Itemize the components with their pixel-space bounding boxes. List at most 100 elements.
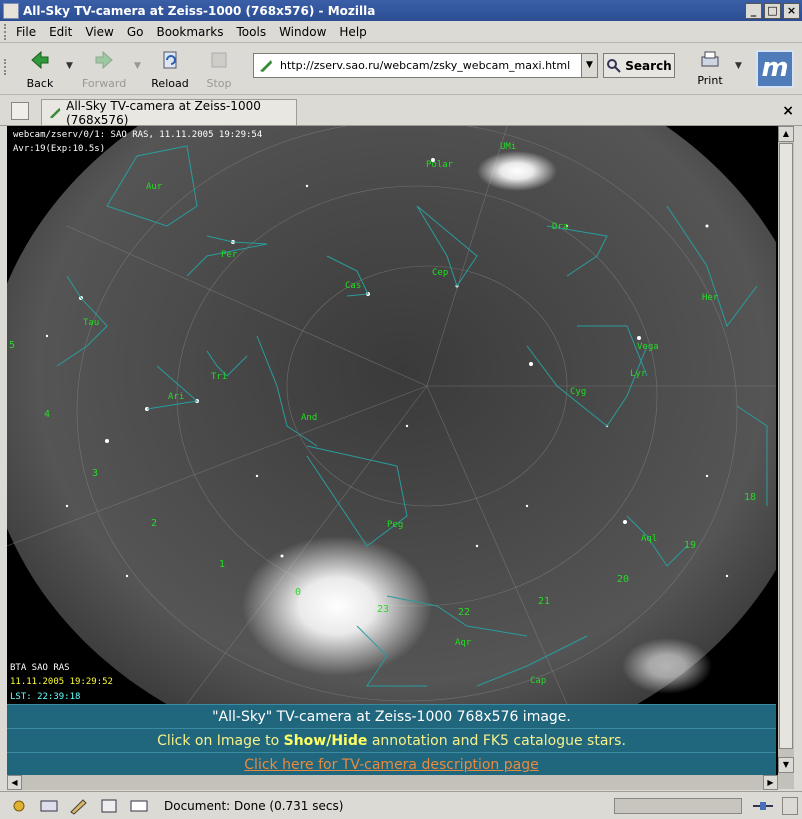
reload-button[interactable]: Reload — [148, 47, 192, 91]
image-footer-lst: LST: 22:39:18 — [10, 692, 80, 702]
stop-icon — [211, 52, 227, 68]
image-header-line2: Avr:19(Exp:10.5s) — [13, 144, 105, 154]
url-text[interactable]: http://zserv.sao.ru/webcam/zsky_webcam_m… — [280, 59, 581, 72]
mail-icon[interactable] — [38, 797, 60, 815]
label-tri: Tri — [211, 372, 227, 382]
url-history-dropdown[interactable]: ▼ — [581, 54, 597, 77]
back-label: Back — [26, 77, 54, 90]
svg-text:0: 0 — [295, 587, 301, 598]
horizontal-scrollbar[interactable]: ◀ ▶ — [7, 775, 778, 790]
tab-allsky[interactable]: All-Sky TV-camera at Zeiss-1000 (768x576… — [41, 98, 297, 127]
print-button[interactable]: Print — [690, 47, 730, 91]
composer-icon[interactable] — [68, 797, 90, 815]
vertical-scrollbar[interactable]: ▲ ▼ — [778, 126, 794, 789]
status-bar: Document: Done (0.731 secs) — [0, 791, 802, 819]
forward-history-dropdown[interactable]: ▼ — [134, 61, 142, 71]
caption-title: "All-Sky" TV-camera at Zeiss-1000 768x57… — [7, 704, 776, 728]
print-dropdown[interactable]: ▼ — [735, 61, 743, 71]
forward-arrow-icon — [95, 50, 113, 70]
back-button[interactable]: Back — [18, 47, 62, 91]
page-icon — [49, 107, 61, 118]
address-bar[interactable]: http://zserv.sao.ru/webcam/zsky_webcam_m… — [253, 53, 598, 78]
scroll-up-icon[interactable]: ▲ — [778, 126, 794, 142]
label-vega: Vega — [637, 342, 659, 352]
image-footer-site: BTA SAO RAS — [10, 663, 70, 673]
reload-label: Reload — [151, 77, 189, 90]
menu-bar: File Edit View Go Bookmarks Tools Window… — [0, 21, 802, 43]
label-cas: Cas — [345, 281, 361, 291]
page-content: UMi Polar Aur Dra Per Cep Cas Tau Her Ve… — [7, 126, 778, 789]
label-cyg: Cyg — [570, 387, 586, 397]
navigator-icon[interactable] — [8, 797, 30, 815]
description-link[interactable]: Click here for TV-camera description pag… — [7, 752, 776, 776]
image-footer-datetime: 11.11.2005 19:29:52 — [10, 677, 113, 687]
search-icon — [607, 58, 621, 73]
search-label: Search — [625, 58, 672, 73]
stop-button[interactable]: Stop — [197, 47, 241, 91]
menu-tools[interactable]: Tools — [237, 25, 267, 39]
svg-text:1: 1 — [219, 559, 225, 570]
caption-instructions-bold: Show/Hide — [283, 733, 368, 749]
label-aqr: Aqr — [455, 638, 472, 648]
printer-icon — [701, 51, 719, 67]
svg-text:23: 23 — [377, 604, 389, 615]
label-lyr: Lyr — [630, 369, 647, 379]
label-aur: Aur — [146, 182, 163, 192]
toolbar-grip[interactable] — [4, 23, 10, 40]
connection-icon[interactable] — [752, 799, 774, 813]
moon-glare — [242, 536, 432, 676]
page-icon — [260, 59, 272, 72]
label-her: Her — [702, 293, 719, 303]
menu-go[interactable]: Go — [127, 25, 144, 39]
tab-label: All-Sky TV-camera at Zeiss-1000 (768x576… — [66, 98, 261, 127]
label-umi: UMi — [500, 142, 516, 152]
forward-button[interactable]: Forward — [82, 47, 126, 91]
menu-bookmarks[interactable]: Bookmarks — [156, 25, 223, 39]
caption-instructions: Click on Image to Show/Hide annotation a… — [7, 728, 776, 752]
label-dra: Dra — [552, 222, 568, 232]
label-peg: Peg — [387, 520, 403, 530]
scrollbar-thumb[interactable] — [779, 143, 793, 749]
mozilla-throbber-logo[interactable]: m — [756, 50, 794, 88]
label-cep: Cep — [432, 268, 448, 278]
stop-label: Stop — [206, 77, 232, 90]
close-tab-icon[interactable]: × — [782, 103, 794, 119]
menu-help[interactable]: Help — [339, 25, 366, 39]
menu-file[interactable]: File — [16, 25, 36, 39]
label-and: And — [301, 413, 317, 423]
horizon-glare — [622, 638, 712, 694]
navigation-toolbar: Back ▼ Forward ▼ Reload Stop http://zser… — [0, 43, 802, 95]
security-lock-icon[interactable] — [782, 796, 798, 815]
window-title: All-Sky TV-camera at Zeiss-1000 (768x576… — [23, 3, 376, 18]
caption-instructions-post: annotation and FK5 catalogue stars. — [371, 733, 626, 749]
light-glare — [477, 151, 557, 191]
window-titlebar: All-Sky TV-camera at Zeiss-1000 (768x576… — [0, 0, 802, 21]
forward-label: Forward — [82, 77, 127, 90]
scroll-left-icon[interactable]: ◀ — [7, 775, 22, 790]
image-header-line1: webcam/zserv/0/1: SAO RAS, 11.11.2005 19… — [13, 130, 262, 140]
back-history-dropdown[interactable]: ▼ — [66, 61, 74, 71]
maximize-button[interactable]: □ — [764, 2, 781, 19]
chat-icon[interactable] — [128, 797, 150, 815]
close-window-button[interactable]: × — [783, 2, 800, 19]
scroll-right-icon[interactable]: ▶ — [763, 775, 778, 790]
menu-view[interactable]: View — [85, 25, 113, 39]
menu-edit[interactable]: Edit — [49, 25, 72, 39]
svg-text:22: 22 — [458, 607, 470, 618]
minimize-button[interactable]: _ — [745, 2, 762, 19]
menu-window[interactable]: Window — [279, 25, 326, 39]
sidebar-toggle-icon[interactable] — [11, 102, 29, 120]
label-tau: Tau — [83, 318, 99, 328]
address-book-icon[interactable] — [98, 797, 120, 815]
back-arrow-icon — [31, 50, 49, 70]
navbar-grip[interactable] — [4, 59, 10, 75]
status-text: Document: Done (0.731 secs) — [164, 798, 344, 813]
caption-instructions-pre: Click on Image to — [157, 733, 280, 749]
progress-bar — [614, 797, 742, 814]
svg-text:21: 21 — [538, 596, 550, 607]
label-cap: Cap — [530, 676, 546, 686]
svg-text:18: 18 — [744, 492, 756, 503]
scroll-down-icon[interactable]: ▼ — [778, 757, 794, 773]
search-button[interactable]: Search — [603, 53, 675, 78]
all-sky-image[interactable]: UMi Polar Aur Dra Per Cep Cas Tau Her Ve… — [7, 126, 776, 704]
